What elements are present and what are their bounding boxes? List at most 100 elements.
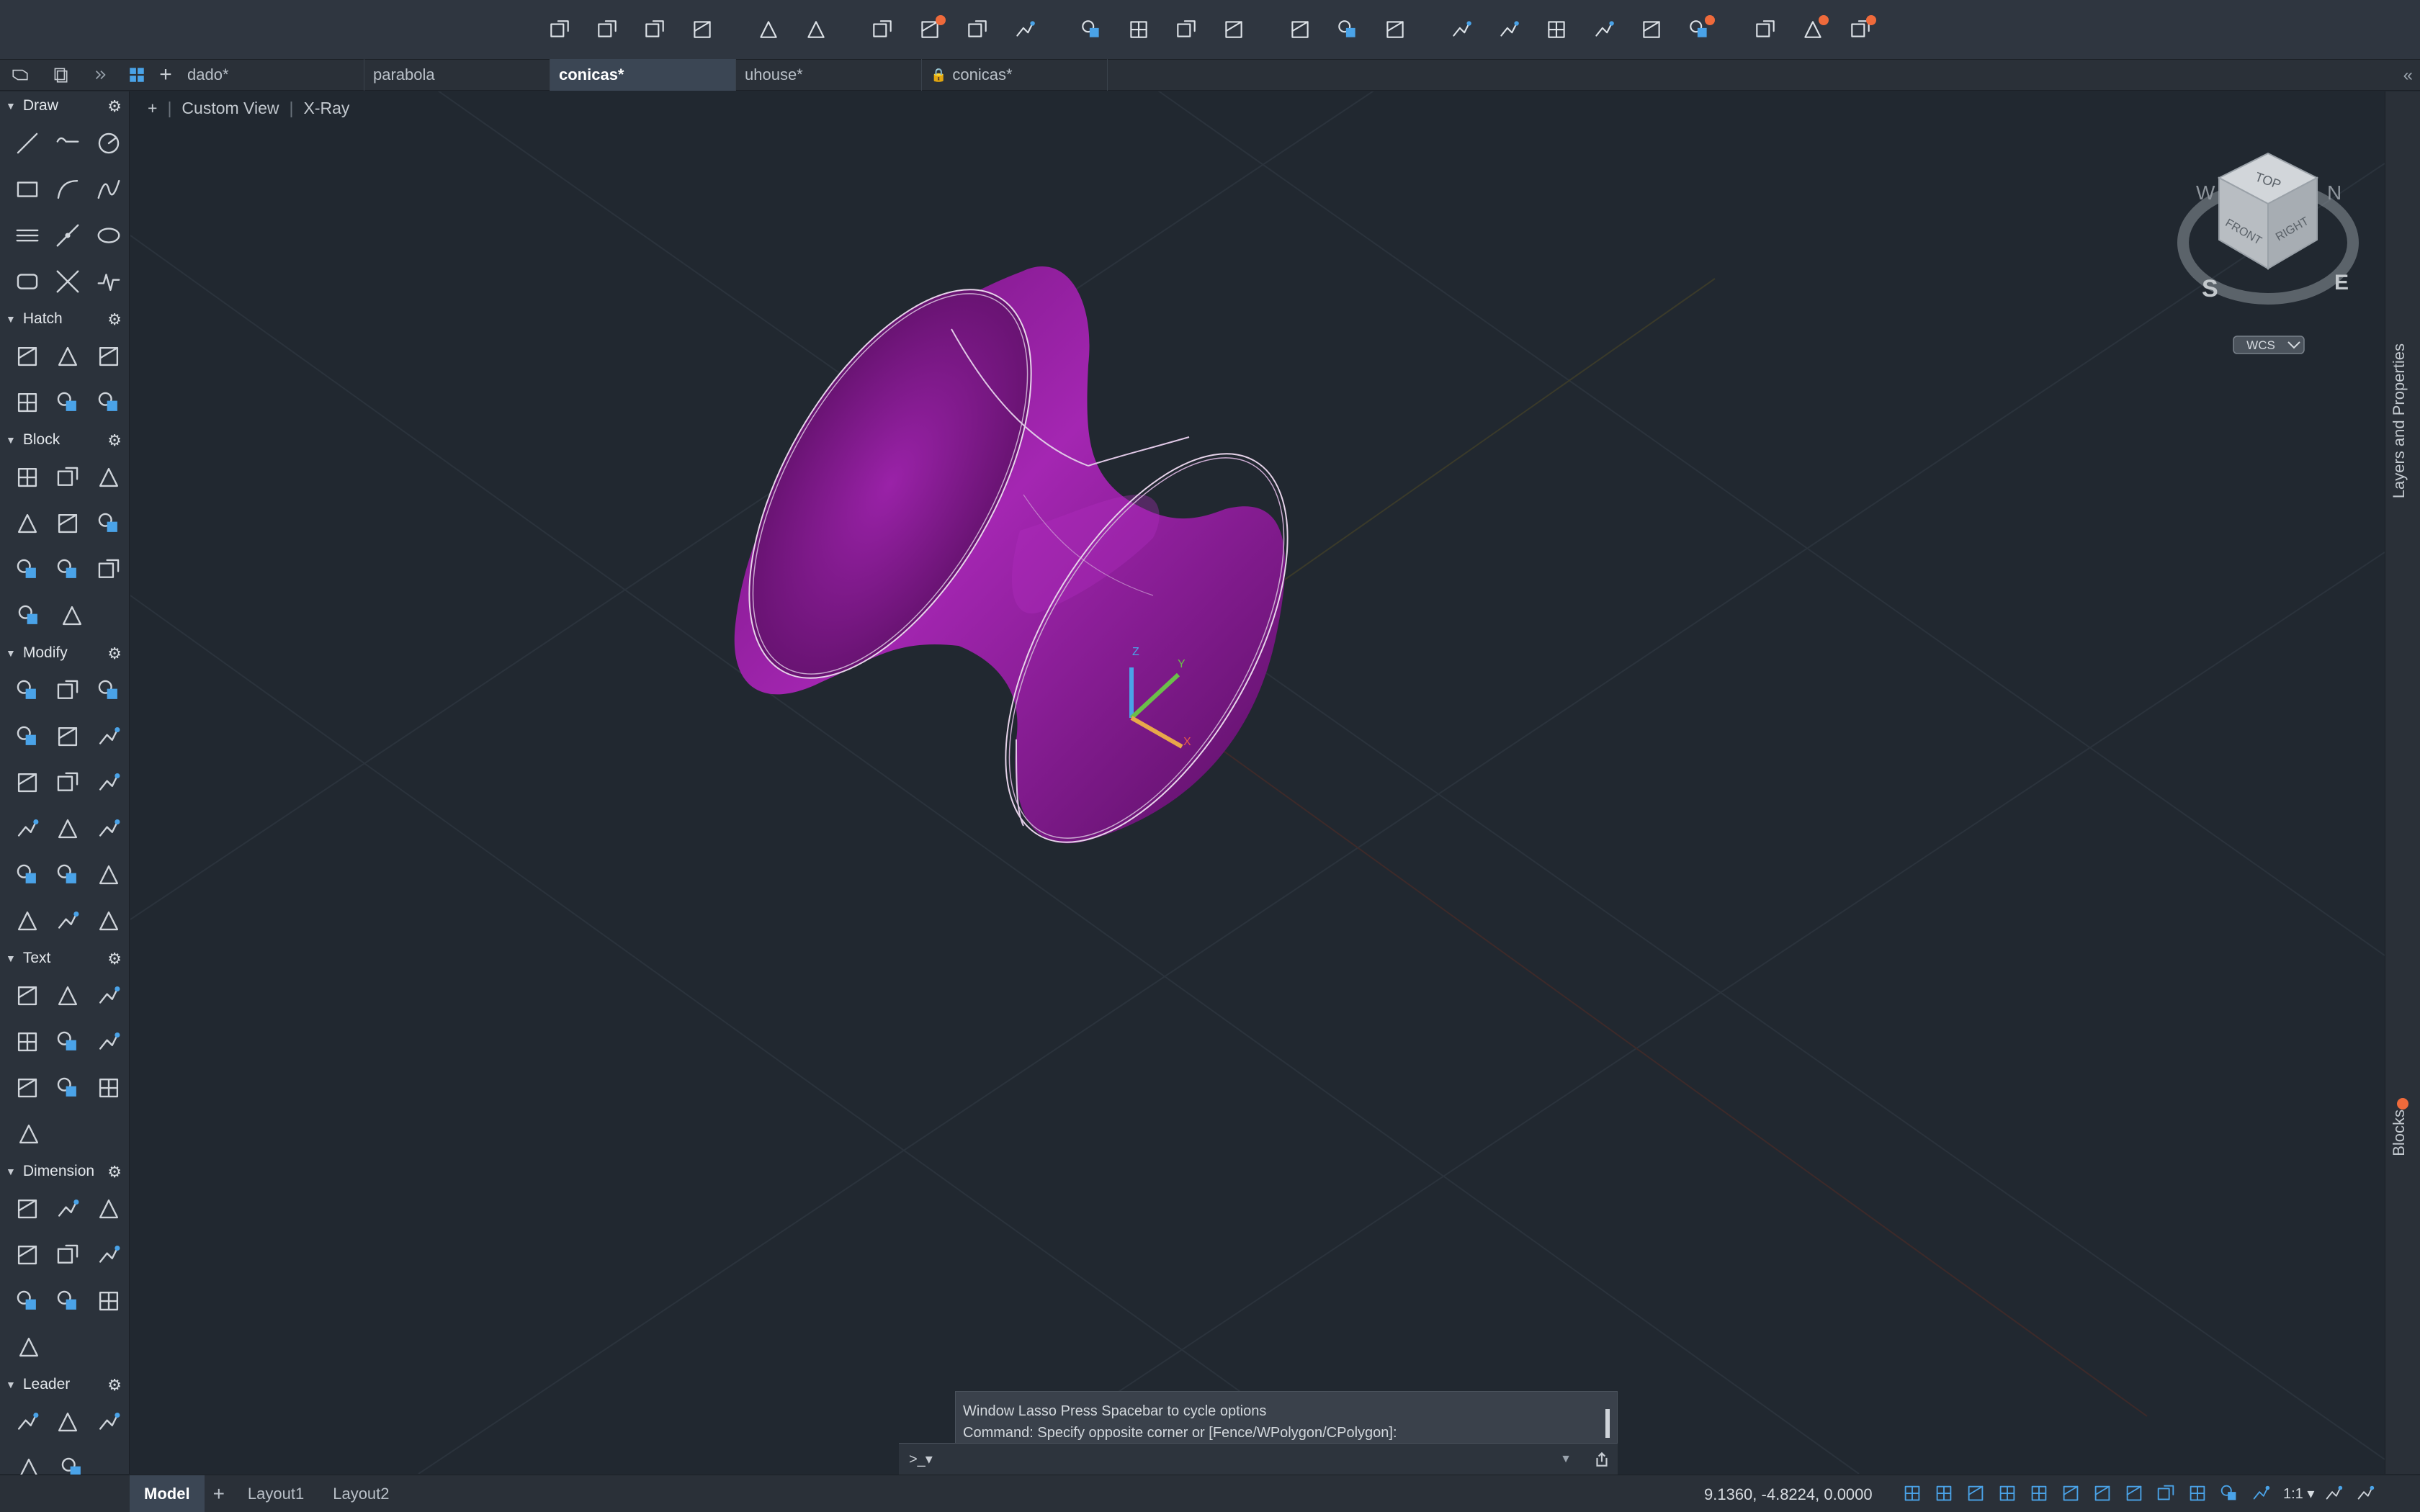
annotation-icon[interactable] — [2249, 1481, 2273, 1506]
find-text-icon[interactable] — [89, 1020, 129, 1063]
batch-plot-icon[interactable] — [914, 14, 946, 45]
layout-space-icon[interactable] — [40, 59, 81, 91]
attach-icon[interactable] — [1170, 14, 1202, 45]
start-tab-icon[interactable] — [121, 59, 153, 91]
construction-line-icon[interactable] — [48, 214, 88, 257]
grid-icon[interactable] — [1900, 1481, 1924, 1506]
layout-icon[interactable] — [1636, 14, 1667, 45]
spell-check-icon[interactable] — [48, 1020, 88, 1063]
hatch-icon[interactable] — [7, 335, 48, 378]
ordinate-dim-icon[interactable] — [7, 1279, 48, 1323]
copy-icon[interactable] — [48, 669, 88, 712]
undo-icon[interactable] — [753, 14, 784, 45]
palette-section-leader[interactable]: ▼ Leader ⚙ — [0, 1370, 129, 1399]
3d-box-icon[interactable] — [7, 807, 48, 850]
viewport-add-button[interactable]: + — [148, 99, 157, 118]
chevron-down-icon[interactable]: ▼ — [1560, 1453, 1572, 1466]
gear-icon[interactable]: ⚙ — [107, 431, 122, 450]
gradient-icon[interactable] — [48, 335, 88, 378]
share-icon[interactable] — [1588, 14, 1620, 45]
palette-section-modify[interactable]: ▼ Modify ⚙ — [0, 639, 129, 667]
ucs-menu[interactable]: WCS — [2233, 336, 2305, 354]
properties-match-icon[interactable] — [48, 899, 88, 942]
leader-icon[interactable] — [7, 1400, 48, 1444]
viewcube[interactable]: TOP FRONT RIGHT N W S E — [2177, 152, 2359, 305]
print-icon[interactable] — [866, 14, 898, 45]
new-tab-button[interactable]: + — [153, 59, 179, 91]
region-icon[interactable] — [7, 381, 48, 424]
layout-tab-layout1[interactable]: Layout1 — [233, 1475, 318, 1512]
wave-icon[interactable] — [89, 260, 129, 303]
palette-section-text[interactable]: ▼ Text ⚙ — [0, 944, 129, 973]
properties-icon[interactable] — [1446, 14, 1477, 45]
radius-dim-icon[interactable] — [48, 1233, 88, 1277]
palette-section-block[interactable]: ▼ Block ⚙ — [0, 426, 129, 454]
export-icon[interactable] — [1123, 14, 1155, 45]
leader-add-icon[interactable] — [89, 1400, 129, 1444]
document-tab[interactable]: conicas* — [550, 59, 736, 91]
blocks-panel-tab[interactable]: Blocks — [2390, 1110, 2408, 1156]
chamfer-icon[interactable] — [48, 807, 88, 850]
join-icon[interactable] — [89, 853, 129, 896]
boundary-icon[interactable] — [89, 335, 129, 378]
linear-dim-icon[interactable] — [7, 1187, 48, 1230]
publish-icon[interactable] — [1009, 14, 1041, 45]
cloud-icon[interactable] — [1683, 14, 1715, 45]
redo-icon[interactable] — [800, 14, 832, 45]
multiline-icon[interactable] — [7, 214, 48, 257]
revision-cloud-icon[interactable] — [89, 381, 129, 424]
insert-block-icon[interactable] — [48, 456, 88, 499]
hyperboloid-solid[interactable] — [691, 245, 1345, 888]
document-tab[interactable]: uhouse* — [736, 59, 922, 91]
pdf-import-icon[interactable] — [7, 1112, 50, 1156]
palette-section-draw[interactable]: ▼ Draw ⚙ — [0, 91, 129, 120]
fillet-icon[interactable] — [7, 761, 48, 804]
dim-style-icon[interactable] — [89, 1279, 129, 1323]
baseline-dim-icon[interactable] — [89, 1187, 129, 1230]
gear-icon[interactable]: ⚙ — [107, 310, 122, 329]
drawing-canvas[interactable]: Z Y X TOP FRONT RIGHT N W S E WCS — [130, 91, 2385, 1474]
open-folder-icon[interactable] — [591, 14, 623, 45]
import-icon[interactable] — [1075, 14, 1107, 45]
tag-icon[interactable] — [48, 502, 88, 545]
workspace-icon[interactable] — [2321, 1481, 2346, 1506]
rectangle-icon[interactable] — [7, 168, 48, 211]
single-text-icon[interactable] — [48, 974, 88, 1017]
array-icon[interactable] — [89, 761, 129, 804]
orbit-icon[interactable] — [1379, 14, 1411, 45]
edit-text-icon[interactable] — [7, 1020, 48, 1063]
gear-icon[interactable]: ⚙ — [107, 1376, 122, 1395]
otrack-icon[interactable] — [2185, 1481, 2210, 1506]
dim-edit-icon[interactable] — [48, 1279, 88, 1323]
snap-icon[interactable] — [1932, 1481, 1956, 1506]
attribute-sync-icon[interactable] — [50, 594, 94, 637]
spline-icon[interactable] — [89, 168, 129, 211]
rotate-icon[interactable] — [7, 715, 48, 758]
aligned-dim-icon[interactable] — [48, 1187, 88, 1230]
command-scrollbar[interactable] — [1605, 1409, 1610, 1438]
move-icon[interactable] — [7, 669, 48, 712]
polar-icon[interactable] — [1995, 1481, 2020, 1506]
text-align-icon[interactable] — [48, 1066, 88, 1110]
command-input[interactable] — [944, 1451, 1561, 1467]
new-file-icon[interactable] — [544, 14, 575, 45]
pdf-text-icon[interactable] — [89, 1066, 129, 1110]
text-style-icon[interactable] — [89, 974, 129, 1017]
dynamic-ucs-icon[interactable] — [2217, 1481, 2241, 1506]
define-attribute-icon[interactable] — [7, 502, 48, 545]
circle-icon[interactable] — [89, 122, 129, 165]
table-icon[interactable] — [7, 1066, 48, 1110]
zoom-window-icon[interactable] — [1284, 14, 1316, 45]
document-tab[interactable]: 🔒 conicas* — [922, 59, 1108, 91]
break-icon[interactable] — [48, 853, 88, 896]
offset-icon[interactable] — [48, 761, 88, 804]
osnap-icon[interactable] — [2154, 1481, 2178, 1506]
model-space-icon[interactable] — [0, 59, 40, 91]
compare-icon[interactable] — [1749, 14, 1781, 45]
collapse-panels-button[interactable]: « — [2403, 66, 2413, 86]
document-tab[interactable]: dado* — [179, 59, 364, 91]
tolerance-icon[interactable] — [89, 1233, 129, 1277]
lineweight-icon[interactable] — [2058, 1481, 2083, 1506]
stretch-icon[interactable] — [89, 715, 129, 758]
gear-icon[interactable]: ⚙ — [107, 950, 122, 968]
